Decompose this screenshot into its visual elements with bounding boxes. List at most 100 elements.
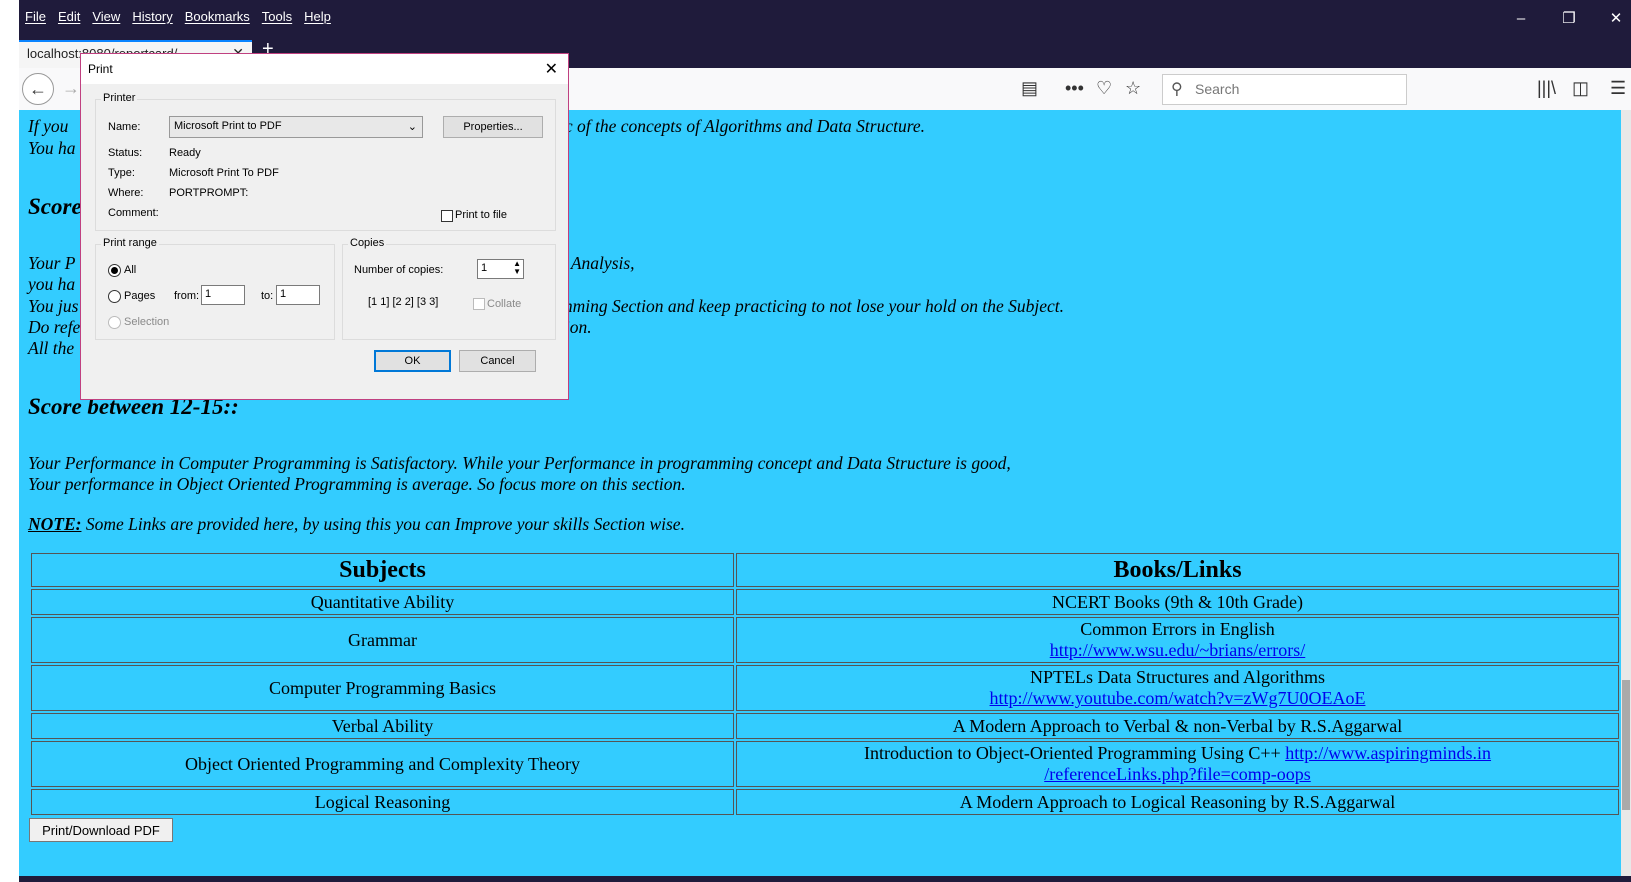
resource-link-continued[interactable]: /referenceLinks.php?file=comp-oops [1044,764,1311,785]
search-placeholder: Search [1195,81,1240,97]
scrollbar-thumb[interactable] [1622,680,1630,810]
resource-link[interactable]: http://www.aspiringminds.in [1285,743,1491,763]
collate-label: Collate [487,298,522,310]
search-icon: ⚲ [1171,81,1183,98]
dialog-titlebar: Print ✕ [81,54,568,84]
where-label: Where: [108,187,144,199]
where-value: PORTPROMPT: [169,187,249,199]
text-line: mming Section and keep practicing to not… [560,296,1064,316]
menu-bar: File Edit View History Bookmarks Tools H… [19,0,337,32]
from-label: from: [174,290,200,302]
menu-hamburger-icon[interactable]: ☰ [1610,78,1626,99]
group-label: Print range [101,237,159,249]
menu-help[interactable]: Help [298,9,337,24]
minimize-icon[interactable]: – [1498,6,1544,32]
copies-stepper[interactable]: 1 ▲ ▼ [477,259,524,279]
selection-label: Selection [124,316,170,328]
copies-value: 1 [481,262,488,274]
collate-checkbox [473,298,485,310]
status-label: Status: [108,147,143,159]
book-title: NPTELs Data Structures and Algorithms [1030,667,1325,687]
printer-select[interactable]: Microsoft Print to PDF ⌄ [169,116,423,138]
table-header: Books/Links [736,553,1619,587]
print-to-file-label: Print to file [455,209,507,221]
close-icon[interactable]: ✕ [545,59,558,79]
to-input[interactable]: 1 [276,285,320,305]
page-actions-icon[interactable]: ••• [1065,78,1084,99]
table-cell: Computer Programming Basics [31,665,734,711]
window-bottom-edge [19,876,1631,882]
text-line: You ha [28,138,76,158]
table-cell: NPTELs Data Structures and Algorithms ht… [736,665,1619,711]
menu-history[interactable]: History [126,9,178,24]
type-value: Microsoft Print To PDF [169,167,279,179]
table-cell: Verbal Ability [31,713,734,739]
print-to-file-checkbox[interactable] [441,210,453,222]
resource-link[interactable]: http://www.wsu.edu/~brians/errors/ [1050,640,1306,661]
forward-icon[interactable]: → [62,78,80,99]
table-cell: Grammar [31,617,734,663]
to-label: to: [261,290,274,302]
table-cell: A Modern Approach to Logical Reasoning b… [736,789,1619,815]
back-icon[interactable]: ← [22,73,54,105]
printer-select-value: Microsoft Print to PDF [174,120,282,132]
text-line: r Analysis, [560,253,635,273]
sidebar-icon[interactable]: ◫ [1572,78,1589,99]
menu-edit[interactable]: Edit [52,9,86,24]
spin-up-down-icon[interactable]: ▲ ▼ [513,260,521,276]
table-header: Subjects [31,553,734,587]
text-line: Do refe [28,317,81,337]
type-label: Type: [108,167,135,179]
resource-link[interactable]: http://www.youtube.com/watch?v=zWg7U0OEA… [990,688,1366,709]
group-label: Printer [101,92,138,104]
text-line: All the [28,338,75,358]
close-window-icon[interactable]: ✕ [1593,6,1631,32]
library-icon[interactable]: |||\ [1537,78,1556,99]
comment-label: Comment: [108,207,159,219]
table-cell: NCERT Books (9th & 10th Grade) [736,589,1619,615]
table-cell: Logical Reasoning [31,789,734,815]
text-line: If you [28,116,69,136]
table-cell: Quantitative Ability [31,589,734,615]
window-edge [0,0,19,882]
properties-button[interactable]: Properties... [443,116,543,138]
search-input[interactable]: ⚲ Search [1162,74,1407,105]
from-input[interactable]: 1 [201,285,245,305]
text-line: ic of the concepts of Algorithms and Dat… [560,116,926,136]
note-label: NOTE: [28,514,82,534]
print-download-button[interactable]: Print/Download PDF [29,818,173,842]
all-label: All [124,264,137,276]
section-heading: Score [28,194,82,219]
pages-label: Pages [124,290,156,302]
cancel-button[interactable]: Cancel [459,350,536,372]
reader-view-icon[interactable]: ▤ [1021,78,1038,99]
bookmark-star-icon[interactable]: ☆ [1125,78,1141,99]
book-title: Common Errors in English [1080,619,1275,639]
menu-tools[interactable]: Tools [256,9,298,24]
menu-bookmarks[interactable]: Bookmarks [179,9,256,24]
status-value: Ready [169,147,201,159]
table-cell: Object Oriented Programming and Complexi… [31,741,734,787]
dialog-title: Print [88,62,113,76]
note: NOTE: Some Links are provided here, by u… [28,514,685,535]
name-label: Name: [108,121,141,133]
all-radio[interactable] [108,264,121,277]
paragraph: Your Performance in Computer Programming… [28,453,1011,473]
collate-illustration-icon: [1 1] [2 2] [3 3] [368,296,439,308]
ok-button[interactable]: OK [374,350,451,372]
table-cell: A Modern Approach to Verbal & non-Verbal… [736,713,1619,739]
chevron-down-icon: ⌄ [407,121,417,133]
number-of-copies-label: Number of copies: [354,264,444,276]
pages-radio[interactable] [108,290,121,303]
table-cell: Introduction to Object-Oriented Programm… [736,741,1619,787]
table-cell: Common Errors in English http://www.wsu.… [736,617,1619,663]
book-title: Introduction to Object-Oriented Programm… [863,743,1286,763]
pocket-icon[interactable]: ♡ [1096,78,1112,99]
menu-file[interactable]: File [19,9,52,24]
menu-view[interactable]: View [86,9,126,24]
restore-icon[interactable]: ❐ [1546,6,1592,32]
print-dialog: Print ✕ Printer Name: Microsoft Print to… [80,53,569,400]
text-line: you ha [28,274,76,294]
text-line: Your P [28,253,76,273]
selection-radio [108,316,121,329]
